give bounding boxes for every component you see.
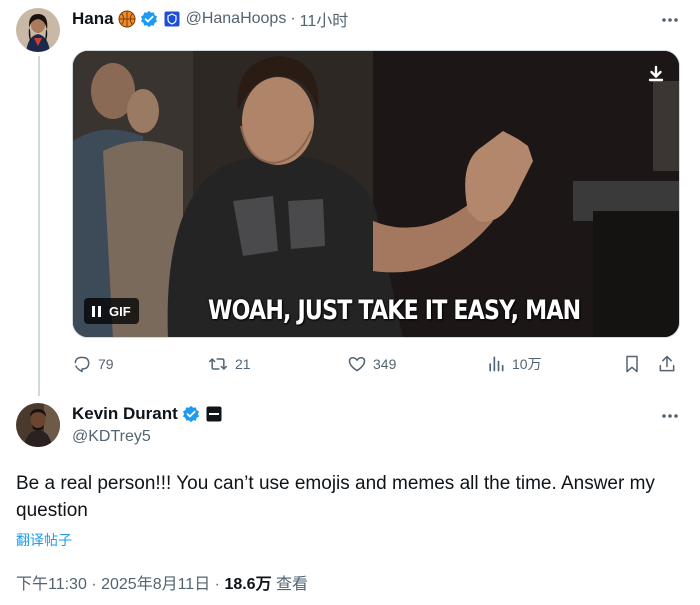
basketball-icon [118,10,136,28]
thread-connector-line [38,56,40,396]
tweet-body-text: Be a real person!!! You can’t use emojis… [16,473,655,521]
display-name[interactable]: Hana [72,9,114,29]
avatar-kevin-durant[interactable] [16,403,60,447]
view-count: 18.6万 [224,576,272,593]
relative-timestamp[interactable]: 11小时 [300,7,349,31]
pause-icon[interactable] [92,305,101,317]
more-options-icon[interactable] [658,8,682,32]
display-name[interactable]: Kevin Durant [72,404,178,424]
separator-dot: · [214,576,220,593]
separator-dot: · [91,576,97,593]
verified-badge-icon[interactable] [140,10,158,28]
views-label: 查看 [276,576,309,593]
separator-dot: · [290,10,296,27]
download-icon[interactable] [643,61,669,87]
share-button[interactable] [657,352,677,376]
gif-caption: WOAH, JUST TAKE IT EASY, MAN [208,295,581,326]
user-handle[interactable]: @HanaHoops [186,10,287,28]
heart-icon [348,357,366,372]
bookmark-icon [626,355,638,373]
bookmark-button[interactable] [622,352,642,376]
gif-label: GIF [109,303,131,319]
affiliate-badge-icon[interactable] [164,11,180,27]
verified-badge-icon[interactable] [182,405,200,423]
translate-post-link[interactable]: 翻译帖子 [16,530,72,550]
reply-icon [74,356,90,373]
retweet-count: 21 [235,356,251,372]
tweet-metadata: 下午11:30 · 2025年8月11日 · 18.6万 查看 [16,570,308,594]
tweet2-header: Kevin Durant [72,403,222,425]
like-count: 349 [373,356,397,372]
reply-button[interactable]: 79 [72,352,114,376]
like-button[interactable]: 349 [347,352,396,376]
gif-pause-control[interactable]: GIF [84,298,139,324]
retweet-button[interactable]: 21 [207,352,251,376]
affiliate-badge-icon[interactable] [206,406,222,422]
retweet-icon [208,358,228,370]
user-handle[interactable]: @KDTrey5 [72,428,151,446]
views-button[interactable]: 10万 [486,352,542,376]
more-options-icon[interactable] [658,404,682,428]
views-count: 10万 [512,356,542,372]
share-icon [659,355,675,372]
post-time[interactable]: 下午11:30 [16,576,87,593]
avatar-hana[interactable] [16,8,60,52]
post-date[interactable]: 2025年8月11日 [101,576,210,593]
tweet1-action-bar: 79 21 349 10万 [72,352,684,376]
reply-count: 79 [98,356,114,372]
analytics-icon [489,356,504,372]
tweet1-header: Hana @HanaHoops · 11小时 [72,8,348,30]
